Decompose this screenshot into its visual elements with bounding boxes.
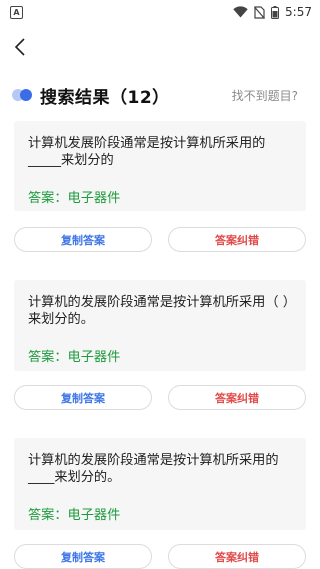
back-button[interactable] [10, 36, 30, 58]
not-found-link[interactable]: 找不到题目? [232, 87, 298, 104]
results-header: 搜索结果（12） 找不到题目? [12, 83, 298, 108]
copy-answer-button[interactable]: 复制答案 [14, 544, 152, 569]
chevron-left-icon [14, 38, 25, 56]
result-card: 计算机的发展阶段通常是按计算机所采用的____来划分的。 答案：电子器件 [14, 438, 306, 530]
question-text: 计算机的发展阶段通常是按计算机所采用的____来划分的。 [28, 453, 279, 485]
battery-icon [271, 5, 280, 19]
toggle-dots-icon [12, 89, 34, 101]
result-actions: 复制答案 答案纠错 [14, 227, 306, 252]
page-title: 搜索结果（12） [40, 87, 170, 108]
report-error-button[interactable]: 答案纠错 [168, 385, 306, 410]
result-card: 计算机的发展阶段通常是按计算机所采用（ ）来划分的。 答案：电子器件 [14, 280, 306, 371]
no-sim-icon [254, 5, 265, 19]
report-error-button[interactable]: 答案纠错 [168, 227, 306, 252]
answer-text: 答案：电子器件 [28, 508, 121, 523]
answer-text: 答案：电子器件 [28, 191, 121, 206]
status-bar: A 5:57 [0, 0, 320, 24]
question-text: 计算机发展阶段通常是按计算机所采用的_____来划分的 [28, 136, 266, 168]
result-card: 计算机发展阶段通常是按计算机所采用的_____来划分的 答案：电子器件 [14, 121, 306, 211]
report-error-button[interactable]: 答案纠错 [168, 544, 306, 569]
answer-text: 答案：电子器件 [28, 350, 121, 365]
status-time: 5:57 [285, 5, 312, 19]
wifi-icon [233, 6, 248, 18]
result-actions: 复制答案 答案纠错 [14, 385, 306, 410]
question-text: 计算机的发展阶段通常是按计算机所采用（ ）来划分的。 [28, 295, 290, 327]
result-actions: 复制答案 答案纠错 [14, 544, 306, 569]
app-notification-icon: A [10, 5, 23, 19]
copy-answer-button[interactable]: 复制答案 [14, 385, 152, 410]
copy-answer-button[interactable]: 复制答案 [14, 227, 152, 252]
